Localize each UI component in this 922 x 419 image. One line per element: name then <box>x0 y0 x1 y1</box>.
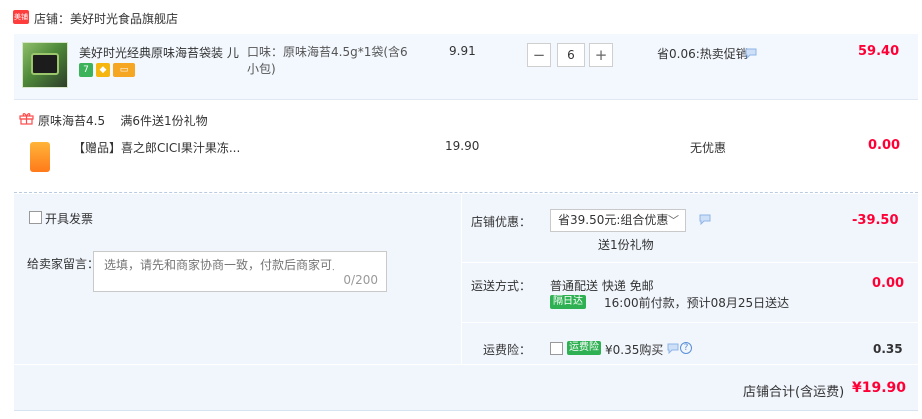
chat-icon[interactable] <box>667 343 679 354</box>
shop-discount-label: 店铺优惠： <box>470 215 531 229</box>
gift-price: 19.90 <box>445 139 480 153</box>
row-divider <box>14 364 918 365</box>
divider <box>14 410 918 411</box>
message-field[interactable]: 0/200 <box>93 251 387 292</box>
gift-title[interactable]: 【赠品】喜之郎CICI果汁果冻... <box>73 139 240 156</box>
insurance-checkbox[interactable] <box>550 342 563 355</box>
card-icon: ▭ <box>113 63 135 77</box>
product-title[interactable]: 美好时光经典原味海苔袋装 儿... <box>79 44 239 61</box>
shop-name[interactable]: 店铺：美好时光食品旗舰店 <box>34 10 178 27</box>
message-input[interactable] <box>104 258 334 272</box>
chevron-down-icon: ﹀ <box>668 214 679 227</box>
quantity-minus-button[interactable]: − <box>527 43 551 67</box>
gift-note: 送1份礼物 <box>598 238 654 252</box>
invoice-label[interactable]: 开具发票 <box>45 210 93 227</box>
shop-discount-select[interactable]: 省39.50元:组合优惠 ﹀ <box>550 209 686 232</box>
quantity-plus-button[interactable]: + <box>589 43 613 67</box>
shop-discount-amount: -39.50 <box>852 213 899 228</box>
insurance-amount: 0.35 <box>873 342 903 356</box>
invoice-checkbox[interactable] <box>29 211 42 224</box>
shop-badge-icon: 美铺 <box>13 10 29 24</box>
insurance-badge: 运费险 <box>567 341 601 355</box>
help-icon[interactable]: ? <box>680 342 692 354</box>
insurance-label: 运费险： <box>482 343 531 357</box>
promo-text: 省0.06:热卖促销 <box>657 47 748 61</box>
gift-rule: 原味海苔4.5 满6件送1份礼物 <box>38 114 208 128</box>
quantity-input[interactable]: 6 <box>557 43 585 67</box>
item-subtotal: 59.40 <box>858 44 900 59</box>
row-divider <box>461 262 918 263</box>
gift-subtotal: 0.00 <box>868 138 901 153</box>
gift-discount: 无优惠 <box>690 141 727 155</box>
shipping-eta: 16:00前付款，预计08月25日送达 <box>604 296 790 310</box>
gift-image[interactable] <box>30 142 50 172</box>
message-char-count: 0/200 <box>343 273 378 287</box>
product-sku: 口味：原味海苔4.5g*1袋(含6小包) <box>247 45 408 76</box>
message-label: 给卖家留言： <box>27 257 100 271</box>
shipping-fee: 0.00 <box>872 276 905 291</box>
chat-icon[interactable] <box>745 48 757 59</box>
shop-discount-selected: 省39.50元:组合优惠 <box>558 213 669 227</box>
gift-icon <box>19 113 34 125</box>
product-image[interactable] <box>22 42 68 88</box>
quantity-stepper: − 6 + <box>527 43 613 67</box>
insurance-price: ¥0.35购买 <box>605 343 664 357</box>
shop-total-label: 店铺合计(含运费) <box>743 385 845 400</box>
shipping-method: 普通配送 快递 免邮 <box>550 279 654 293</box>
seven-day-return-icon: 7 <box>79 63 93 77</box>
shipping-label: 运送方式： <box>470 279 531 293</box>
next-day-badge: 隔日达 <box>550 295 586 309</box>
chat-icon[interactable] <box>699 214 711 225</box>
divider <box>14 192 918 193</box>
shop-total-amount: ¥19.90 <box>852 380 907 396</box>
unit-price: 9.91 <box>449 44 476 58</box>
row-divider <box>461 322 918 323</box>
bag-icon: ◆ <box>96 63 110 77</box>
